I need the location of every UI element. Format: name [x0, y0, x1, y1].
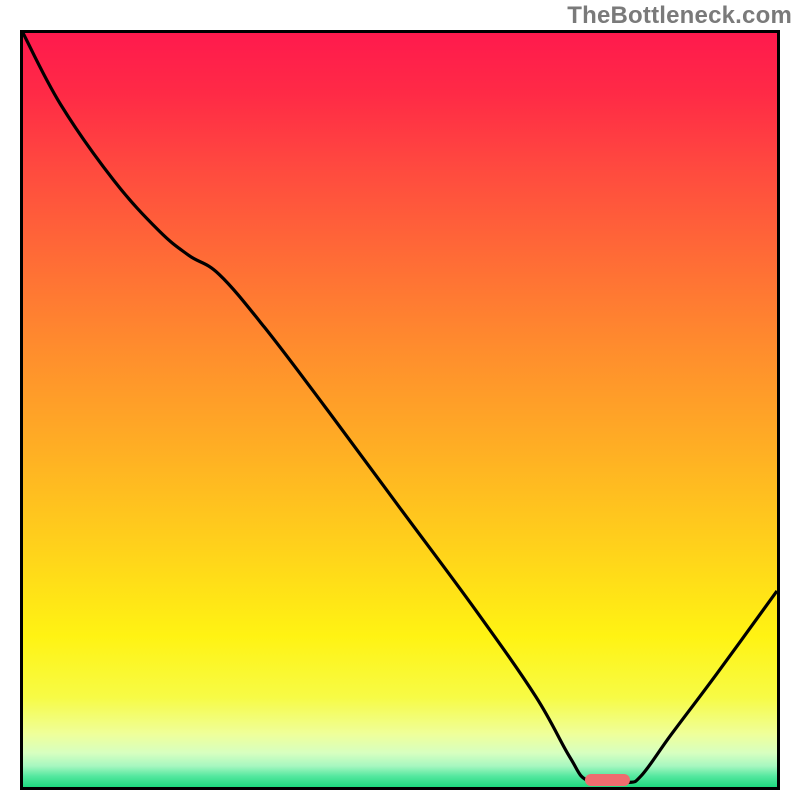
watermark-text: TheBottleneck.com	[567, 2, 792, 30]
optimal-marker	[585, 774, 630, 786]
chart-curve-layer	[23, 33, 777, 787]
bottleneck-curve-path	[23, 33, 777, 784]
chart-plot-area	[20, 30, 780, 790]
